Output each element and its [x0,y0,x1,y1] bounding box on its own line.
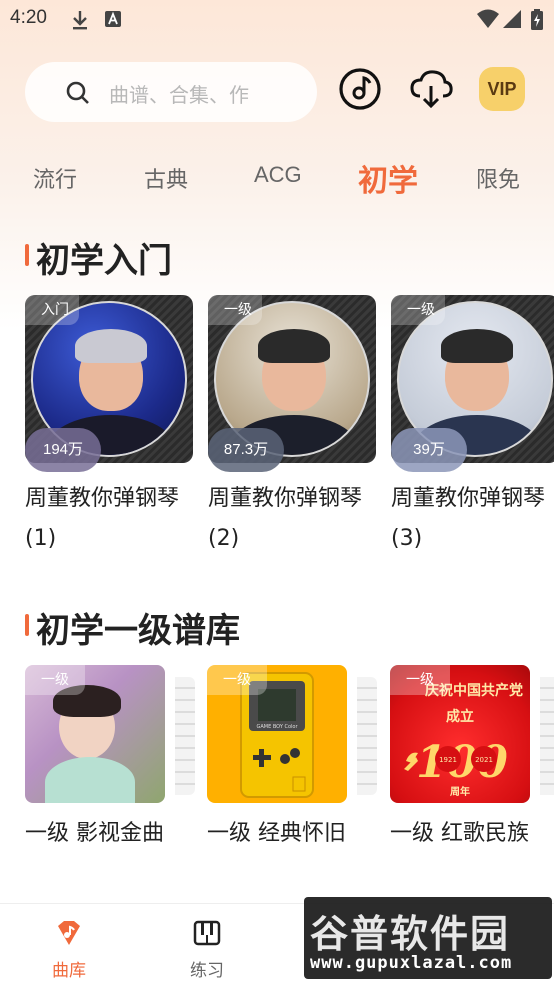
nav-practice[interactable]: 练习 [167,918,247,981]
search-icon [66,81,89,104]
library-tag-icon [58,921,80,945]
nav-library[interactable]: 曲库 [29,918,109,981]
card-thumbnail: 一级 [25,665,195,803]
search-placeholder: 曲谱、合集、作 [109,83,249,107]
section-title-beginner-intro: 初学入门 [36,241,172,281]
status-time: 4:20 [10,7,47,28]
search-input[interactable]: 曲谱、合集、作 [25,62,317,122]
download-icon [73,11,87,30]
card-red-folk-songs[interactable]: 庆祝中国共产党 成立 100 1921 2021 周年 一级 一级 红歌民族 [390,665,554,846]
book-pages [540,677,554,795]
signal-icon [503,10,521,28]
cover-year-start: 1921 [439,756,457,764]
watermark-url-text: www.gupuxlazal.com [310,953,513,973]
card-lesson-2[interactable]: 一级 87.3万 周董教你弹钢琴 (2) [208,295,376,551]
card-nostalgia[interactable]: GAME BOY Color 一级 一级 经典怀旧 [207,665,377,846]
wifi-icon [477,9,499,28]
console-brand-text: GAME BOY Color [256,724,298,730]
nav-label: 练习 [190,961,224,981]
book-pages [175,677,195,795]
card-film-tv-classics[interactable]: 一级 一级 影视金曲 [25,665,195,846]
card-thumbnail: GAME BOY Color 一级 [207,665,377,803]
card-title: 周董教你弹钢琴 (3) [391,486,546,551]
card-title: 周董教你弹钢琴 (2) [208,486,363,551]
tab-pop[interactable]: 流行 [33,162,77,194]
card-title: 一级 经典怀旧 [207,821,346,846]
tab-beginner[interactable]: 初学 [358,156,418,200]
level-tag: 一级 [25,665,85,695]
font-app-icon [105,11,121,27]
level-tag: 一级 [207,665,267,695]
play-count-badge: 39万 [391,428,467,472]
tab-classical[interactable]: 古典 [144,162,188,194]
level-tag: 入门 [25,295,79,325]
section-marker [25,614,29,636]
level-tag: 一级 [208,295,262,325]
play-count-badge: 194万 [25,428,101,472]
book-pages [357,677,377,795]
cloud-download-icon[interactable] [408,66,454,112]
cover-anniversary: 周年 [450,785,470,798]
card-lesson-3[interactable]: 一级 39万 周董教你弹钢琴 (3) [391,295,554,551]
watermark-main-text: 谷普软件园 [310,912,511,956]
watermark-logo: 谷普软件园 www.gupuxlazal.com [304,897,552,979]
nav-label: 曲库 [52,961,86,981]
section-title-level1-library: 初学一级谱库 [36,611,240,651]
cover-headline-2: 成立 [446,708,474,725]
card-title: 周董教你弹钢琴 (1) [25,486,180,551]
play-count-badge: 87.3万 [208,428,284,472]
cover-year-end: 2021 [475,756,493,764]
card-thumbnail: 庆祝中国共产党 成立 100 1921 2021 周年 一级 [390,665,554,803]
tab-free[interactable]: 限免 [476,162,520,194]
card-lesson-1[interactable]: 入门 194万 周董教你弹钢琴 (1) [25,295,193,551]
tab-acg[interactable]: ACG [254,162,302,188]
level-tag: 一级 [391,295,445,325]
card-title: 一级 影视金曲 [25,821,164,846]
vip-button[interactable]: VIP [479,67,525,111]
section-marker [25,244,29,266]
piano-keys-icon [193,920,221,946]
card-title: 一级 红歌民族 [390,821,529,846]
status-bar: 4:20 [0,0,554,40]
level-tag: 一级 [390,665,450,695]
music-disc-icon[interactable] [337,66,383,112]
battery-icon [531,9,543,30]
